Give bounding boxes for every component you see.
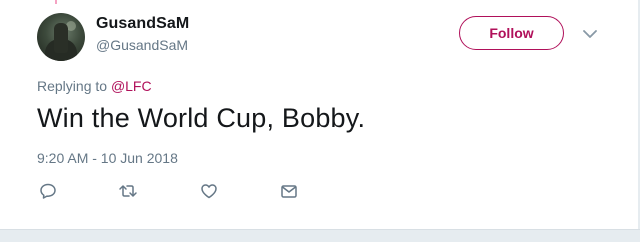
direct-message-icon[interactable] [278, 180, 300, 202]
reply-context: Replying to @LFC [37, 78, 152, 94]
display-name[interactable]: GusandSaM [96, 15, 189, 33]
reply-icon[interactable] [37, 180, 59, 202]
user-handle[interactable]: @GusandSaM [96, 37, 188, 53]
tweet-text: Win the World Cup, Bobby. [37, 103, 366, 133]
tweet-divider [0, 229, 640, 242]
tweet-card: GusandSaM @GusandSaM Follow Replying to … [0, 0, 640, 242]
retweet-icon[interactable] [117, 180, 139, 202]
thread-connector-line [55, 0, 57, 4]
reply-mention-link[interactable]: @LFC [111, 78, 152, 94]
follow-button[interactable]: Follow [459, 16, 564, 50]
tweet-timestamp[interactable]: 9:20 AM - 10 Jun 2018 [37, 150, 178, 166]
chevron-down-icon[interactable] [580, 24, 600, 44]
avatar[interactable] [37, 13, 85, 61]
reply-context-prefix: Replying to [37, 78, 111, 94]
like-icon[interactable] [198, 180, 220, 202]
